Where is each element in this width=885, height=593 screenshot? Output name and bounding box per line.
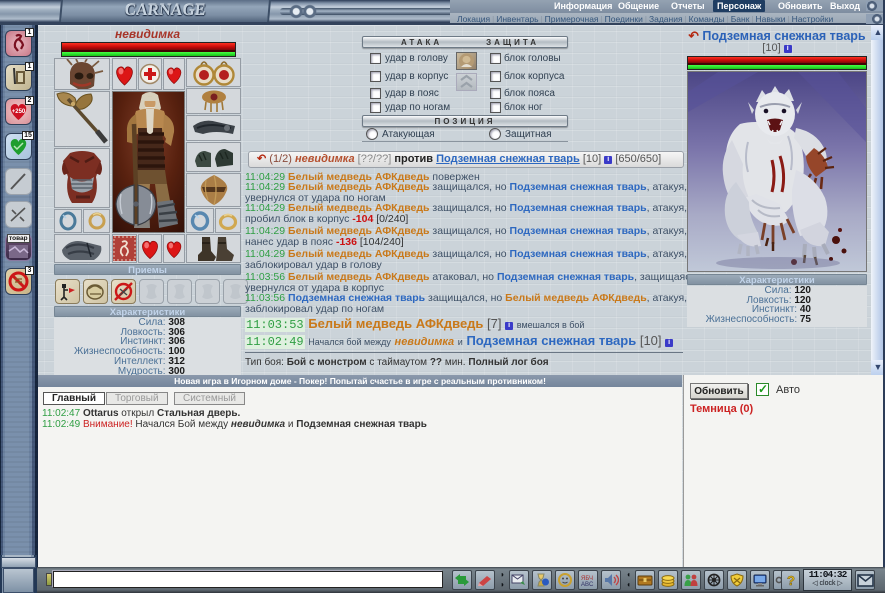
svg-text:+250: +250: [12, 109, 26, 115]
svg-text:?: ?: [787, 573, 795, 587]
svg-text:ABC: ABC: [581, 582, 594, 587]
